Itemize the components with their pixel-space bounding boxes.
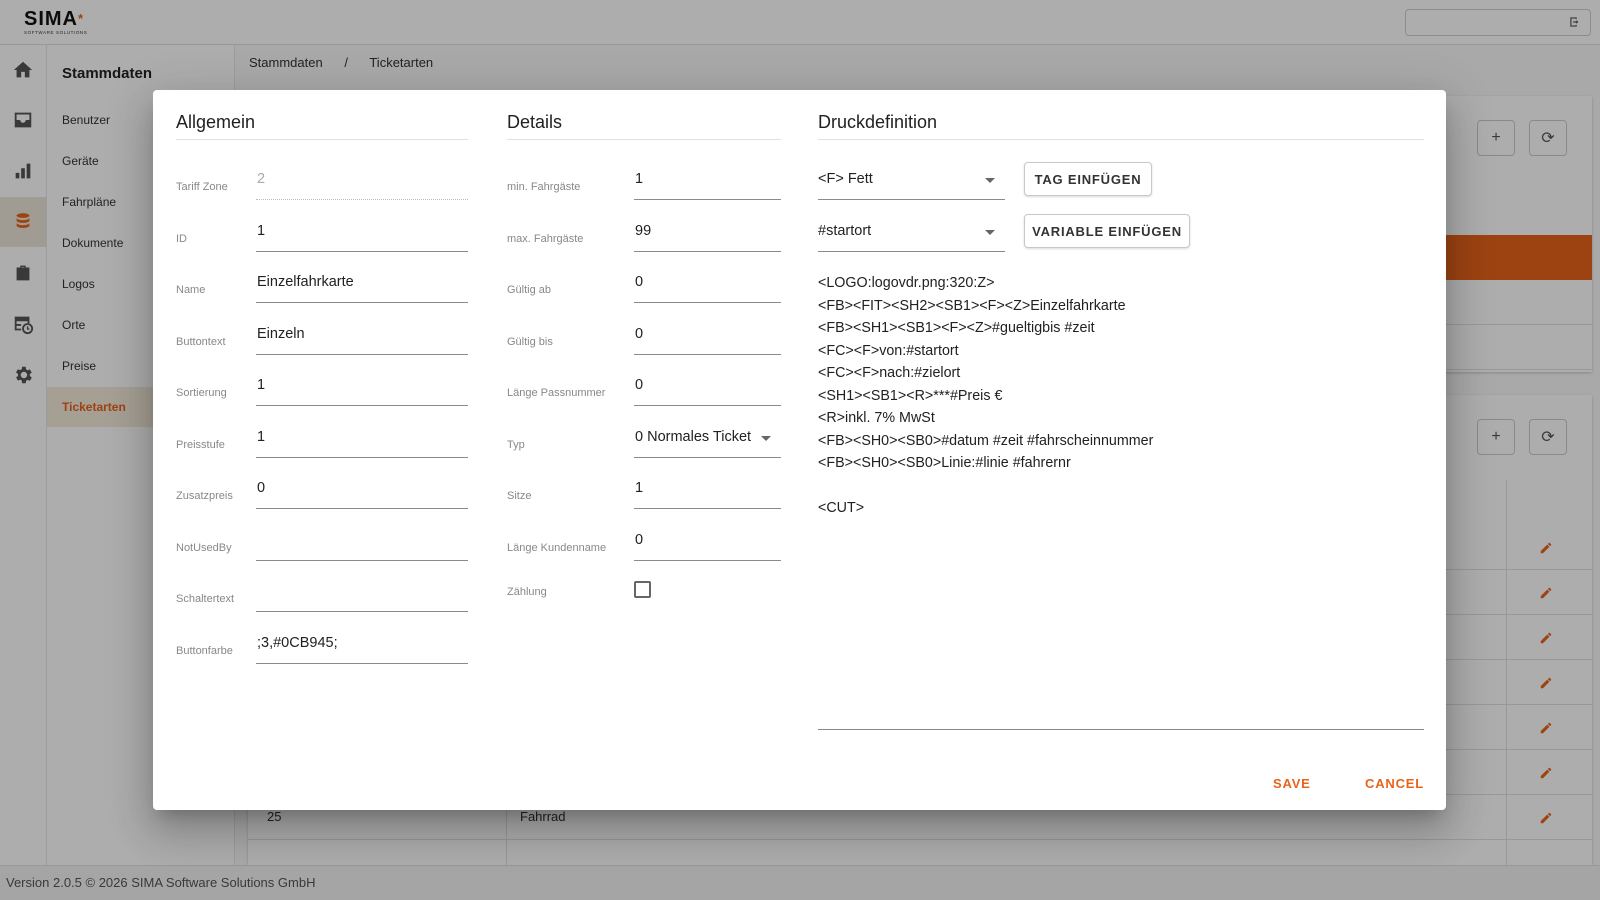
field-label: NotUsedBy	[176, 542, 232, 554]
print-line	[818, 475, 1424, 498]
field-label: Buttonfarbe	[176, 645, 233, 657]
buttonfarbe-input[interactable]: ;3,#0CB945;	[256, 630, 468, 664]
field-label: Gültig ab	[507, 284, 552, 296]
field-tariff-zone: Tariff Zone 2	[176, 166, 468, 206]
field-label: Preisstufe	[176, 439, 225, 451]
print-line: <SH1><SB1><R>***#Preis €	[818, 387, 1003, 404]
field-label: min. Fahrgäste	[507, 181, 581, 193]
chevron-down-icon	[985, 230, 995, 235]
field-max-fahrgaeste: max. Fahrgäste 99	[507, 218, 781, 258]
field-label: Sitze	[507, 490, 532, 502]
field-notusedby: NotUsedBy	[176, 527, 468, 567]
field-label: Länge Passnummer	[507, 387, 606, 399]
name-input[interactable]: Einzelfahrkarte	[256, 269, 468, 303]
insert-variable-button[interactable]: VARIABLE EINFÜGEN	[1024, 214, 1190, 248]
field-sitze: Sitze 1	[507, 475, 781, 515]
section-title-allgemein: Allgemein	[176, 112, 468, 140]
field-sortierung: Sortierung 1	[176, 372, 468, 412]
print-line: <FB><SH1><SB1><F><Z>#gueltigbis #zeit	[818, 320, 1095, 336]
print-line: <FC><F>von:#startort	[818, 342, 959, 359]
print-line: <FB><FIT><SH2><SB1><F><Z>Einzelfahrkarte	[818, 297, 1126, 314]
field-name: Name Einzelfahrkarte	[176, 269, 468, 309]
ticket-edit-dialog: Allgemein Tariff Zone 2 ID 1 Name Einzel…	[153, 90, 1446, 810]
field-id: ID 1	[176, 218, 468, 258]
preisstufe-input[interactable]: 1	[256, 424, 468, 458]
field-label: max. Fahrgäste	[507, 233, 584, 245]
print-definition-textarea[interactable]: <LOGO:logovdr.png:320:Z> <FB><FIT><SH2><…	[818, 272, 1424, 730]
field-gueltig-bis: Gültig bis 0	[507, 321, 781, 361]
min-fahrgaeste-input[interactable]: 1	[634, 166, 781, 200]
section-title-druckdefinition: Druckdefinition	[818, 112, 1424, 140]
variable-select[interactable]: #startort	[818, 218, 1005, 252]
field-gueltig-ab: Gültig ab 0	[507, 269, 781, 309]
cancel-button[interactable]: CANCEL	[1365, 776, 1424, 791]
print-line: <CUT>	[818, 500, 865, 516]
sortierung-input[interactable]: 1	[256, 372, 468, 406]
field-typ: Typ 0 Normales Ticket	[507, 424, 781, 464]
buttontext-input[interactable]: Einzeln	[256, 321, 468, 355]
print-line: <FC><F>nach:#zielort	[818, 365, 961, 381]
field-label: Name	[176, 284, 206, 296]
insert-tag-button[interactable]: TAG EINFÜGEN	[1024, 162, 1152, 196]
field-label: ID	[176, 233, 187, 245]
print-line: <R>inkl. 7% MwSt	[818, 410, 935, 426]
section-title-details: Details	[507, 112, 781, 140]
tag-select-value: <F> Fett	[818, 171, 873, 187]
print-line: <FB><SH0><SB0>Linie:#linie #fahrernr	[818, 455, 1071, 471]
field-label: Gültig bis	[507, 336, 553, 348]
schaltertext-input[interactable]	[256, 578, 468, 612]
field-schaltertext: Schaltertext	[176, 578, 468, 618]
field-label: Länge Kundenname	[507, 542, 607, 554]
max-fahrgaeste-input[interactable]: 99	[634, 218, 781, 252]
field-label: Typ	[507, 439, 525, 451]
field-preisstufe: Preisstufe 1	[176, 424, 468, 464]
save-button[interactable]: SAVE	[1273, 776, 1311, 791]
field-buttontext: Buttontext Einzeln	[176, 321, 468, 361]
id-input[interactable]: 1	[256, 218, 468, 252]
field-label: Buttontext	[176, 336, 226, 348]
typ-select-value: 0 Normales Ticket	[635, 429, 752, 445]
field-label: Sortierung	[176, 387, 227, 399]
gueltig-ab-input[interactable]: 0	[634, 269, 781, 303]
field-label: Zählung	[507, 586, 547, 598]
field-label: Zusatzpreis	[176, 490, 233, 502]
laenge-kundenname-input[interactable]: 0	[634, 527, 781, 561]
sitze-input[interactable]: 1	[634, 475, 781, 509]
zaehlung-checkbox[interactable]	[634, 581, 651, 598]
tag-select[interactable]: <F> Fett	[818, 166, 1005, 200]
print-line: <LOGO:logovdr.png:320:Z>	[818, 275, 995, 291]
field-min-fahrgaeste: min. Fahrgäste 1	[507, 166, 781, 206]
tariff-zone-input: 2	[256, 166, 468, 200]
field-label: Tariff Zone	[176, 181, 228, 193]
field-buttonfarbe: Buttonfarbe ;3,#0CB945;	[176, 630, 468, 670]
chevron-down-icon	[761, 436, 771, 441]
zusatzpreis-input[interactable]: 0	[256, 475, 468, 509]
chevron-down-icon	[985, 178, 995, 183]
print-line: <FB><SH0><SB0>#datum #zeit #fahrscheinnu…	[818, 432, 1154, 449]
typ-select[interactable]: 0 Normales Ticket	[634, 424, 781, 458]
field-zaehlung: Zählung	[507, 576, 781, 616]
laenge-passnummer-input[interactable]: 0	[634, 372, 781, 406]
variable-select-value: #startort	[818, 223, 872, 239]
gueltig-bis-input[interactable]: 0	[634, 321, 781, 355]
field-label: Schaltertext	[176, 593, 235, 605]
notusedby-input[interactable]	[256, 527, 468, 561]
field-laenge-passnummer: Länge Passnummer 0	[507, 372, 781, 412]
field-laenge-kundenname: Länge Kundenname 0	[507, 527, 781, 567]
field-zusatzpreis: Zusatzpreis 0	[176, 475, 468, 515]
